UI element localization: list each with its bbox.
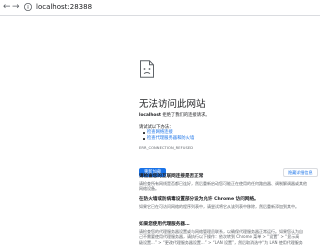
details-section-proxy: 如果您使用代理服务器… 请检查您的代理服务器设置或与网络管理员联系，以确保代理服…: [139, 221, 319, 245]
sad-page-icon: [140, 60, 154, 78]
details-heading: 请检查您的互联网连接是否正常: [139, 174, 204, 179]
error-code: ERR_CONNECTION_REFUSED: [139, 146, 194, 150]
address-bar: ← → localhost:28388: [0, 0, 320, 16]
error-detail: localhost 拒绝了我们的连接请求。: [139, 112, 210, 118]
details-section-internet: 请检查您的互联网连接是否正常 请检查所有网线是否都已连好，然后重新启动您可能正在…: [139, 173, 319, 192]
details-line: 如果它已在可访问网络的程序列表中，请尝试将它从该列表中移除，然后重新添加到其中。: [139, 204, 299, 209]
forward-arrow-icon[interactable]: →: [12, 2, 20, 12]
url-field[interactable]: localhost:28388: [36, 2, 92, 12]
details-heading: 在防火墙或防病毒设置部分设为允许 Chrome 访问网络。: [139, 197, 259, 202]
page-title: 无法访问此网站: [139, 99, 206, 110]
error-message: 拒绝了我们的连接请求。: [160, 113, 210, 118]
info-icon[interactable]: [23, 2, 33, 12]
error-host: localhost: [139, 113, 161, 118]
suggestions-list: 检查网络连接 检查代理服务器和防火墙: [143, 130, 194, 142]
error-page: 无法访问此网站 localhost 拒绝了我们的连接请求。 请试试以下办法： 检…: [0, 16, 320, 251]
details-line: 网络设备。: [139, 186, 159, 192]
details-line: 请检查所有网线是否都已连好，然后重新启动您可能正在使用的任何路由器、调制解调器或…: [139, 181, 307, 186]
details-heading: 如果您使用代理服务器…: [139, 222, 190, 227]
details-section-firewall: 在防火墙或防病毒设置部分设为允许 Chrome 访问网络。 如果它已在可访问网络…: [139, 196, 319, 209]
details-line: 级设置...” > “更改代理服务器设置...” > “LAN 设置”，然后取消…: [139, 239, 303, 245]
suggestion-check-proxy[interactable]: 检查代理服务器和防火墙: [143, 136, 194, 142]
back-arrow-icon[interactable]: ←: [3, 2, 11, 12]
